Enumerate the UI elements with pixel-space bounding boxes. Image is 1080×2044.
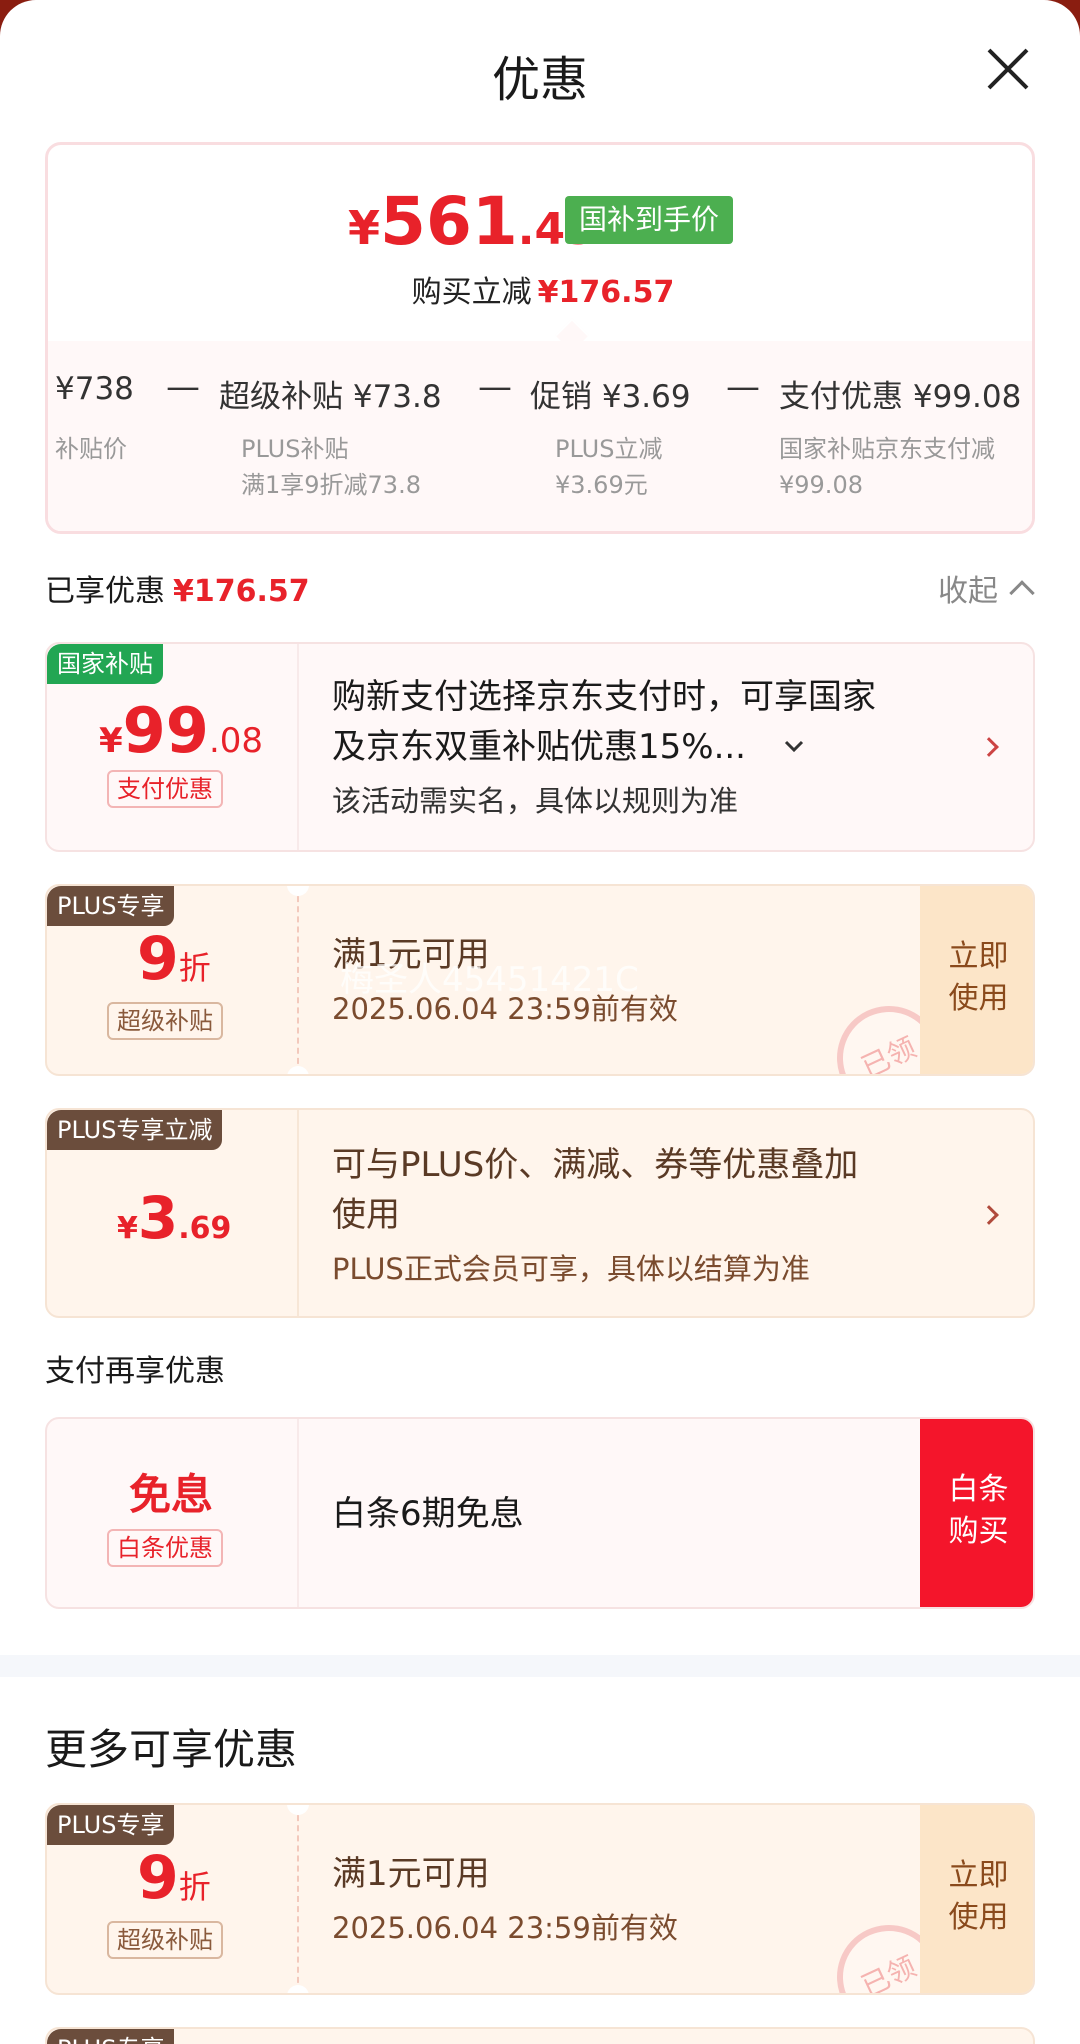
use-now-button[interactable]: 立即 使用: [920, 886, 1033, 1074]
currency: ¥: [348, 201, 381, 255]
divider: [297, 1805, 299, 1993]
offer-note: 该活动需实名，具体以规则为准: [332, 784, 739, 818]
discount-unit: 折: [178, 1868, 211, 1906]
plus-exclusive-tag: PLUS专享: [47, 1805, 175, 1845]
currency: ¥: [117, 1211, 138, 1246]
use-now-label: 立即: [948, 939, 1009, 974]
offers-sheet: 优惠 ¥561.43 国补到手价 购买立减 ¥176.57 ¥738 — 超级补贴…: [0, 0, 1080, 2044]
baitiao-desc: 白条6期免息: [332, 1494, 524, 1534]
use-now-label: 使用: [948, 981, 1009, 1016]
purchase-discount: 购买立减 ¥176.57: [48, 267, 1032, 311]
enjoyed-label: 已享优惠: [45, 574, 165, 609]
ticket-punch: [287, 1985, 309, 1993]
pay-more-section-title: 支付再享优惠: [45, 1354, 225, 1389]
offer-value-integer: 3: [137, 1184, 179, 1252]
interest-free-label: 免息: [129, 1470, 214, 1519]
offer-value: 9折: [137, 924, 211, 994]
more-offers-section-title: 更多可享优惠: [45, 1725, 298, 1774]
purchase-discount-amount: ¥176.57: [537, 275, 675, 310]
offer-type-badge: 超级补贴: [107, 1921, 223, 1959]
offer-card-plus-discount[interactable]: PLUS专享 9折 超级补贴 满1元可用 2025.06.04 23:59前有效…: [45, 1803, 1035, 1995]
final-price: ¥561.43: [348, 183, 596, 260]
close-icon[interactable]: [985, 46, 1031, 92]
breakdown-payment: 支付优惠 ¥99.08: [779, 379, 1022, 415]
collapse-button[interactable]: 收起: [938, 566, 998, 610]
offer-condition: 满1元可用: [332, 1854, 490, 1894]
breakdown-sub: 国家补贴京东支付减: [779, 435, 995, 463]
sheet-title: 优惠: [491, 52, 588, 108]
offer-card-plus-reduction[interactable]: PLUS专享立减 ¥3.69 可与PLUS价、满减、券等优惠叠加 使用 PLUS…: [45, 1108, 1035, 1318]
offer-type-badge: 白条优惠: [107, 1529, 223, 1567]
plus-reduction-tag: PLUS专享立减: [47, 1110, 223, 1150]
offer-type-badge: 超级补贴: [107, 1002, 223, 1040]
section-gap: [0, 1655, 1080, 1677]
divider: [297, 1110, 299, 1316]
discount-number: 9: [137, 924, 179, 994]
divider: [297, 644, 299, 850]
national-subsidy-tag: 国家补贴: [47, 644, 163, 684]
offer-value: ¥99.08: [99, 694, 263, 767]
ticket-punch: [287, 886, 309, 896]
enjoyed-discount-header: 已享优惠 ¥176.57: [45, 566, 310, 610]
currency: ¥: [99, 721, 123, 761]
price-summary-card: ¥561.43 国补到手价 购买立减 ¥176.57 ¥738 — 超级补贴 ¥7…: [45, 142, 1035, 534]
price-integer: 561: [380, 183, 518, 260]
baitiao-buy-label: 白条: [948, 1472, 1009, 1507]
offer-value-decimal: .69: [178, 1211, 232, 1246]
chevron-down-icon[interactable]: [782, 736, 806, 756]
breakdown-promotion: 促销 ¥3.69: [530, 379, 691, 415]
chevron-up-icon[interactable]: [1009, 580, 1035, 606]
minus-sign: —: [478, 367, 512, 407]
breakdown-sub: 补贴价: [55, 435, 127, 463]
minus-sign: —: [726, 367, 760, 407]
baitiao-buy-button[interactable]: 白条 购买: [920, 1419, 1033, 1607]
offer-value: ¥3.69: [117, 1184, 231, 1252]
offer-card-national-subsidy[interactable]: 国家补贴 ¥99.08 支付优惠 购新支付选择京东支付时，可享国家 及京东双重补…: [45, 642, 1035, 852]
breakdown-sub: 满1享9折减73.8: [241, 471, 421, 499]
breakdown-base-price: ¥738: [55, 371, 134, 407]
offer-card-partial[interactable]: PLUS专享: [45, 2027, 1035, 2044]
plus-exclusive-tag: PLUS专享: [47, 2029, 175, 2044]
ticket-punch: [287, 1066, 309, 1074]
offer-desc-line2: 及京东双重补贴优惠15%...: [332, 727, 746, 767]
use-now-label: 使用: [948, 1900, 1009, 1935]
chevron-right-icon[interactable]: [979, 737, 999, 757]
offer-desc-line1: 可与PLUS价、满减、券等优惠叠加: [332, 1145, 859, 1185]
baitiao-buy-label: 购买: [948, 1514, 1009, 1549]
breakdown-sub: PLUS立减: [555, 435, 663, 463]
watermark: 梅圣人45451421C: [340, 960, 639, 1000]
offer-validity: 2025.06.04 23:59前有效: [332, 1911, 678, 1945]
ticket-punch: [287, 1805, 309, 1815]
breakdown-sub: ¥3.69元: [555, 471, 648, 499]
enjoyed-amount: ¥176.57: [173, 574, 310, 609]
purchase-discount-label: 购买立减: [411, 275, 532, 310]
offer-value-decimal: .08: [208, 721, 264, 761]
offer-desc-line2: 使用: [332, 1195, 400, 1235]
offer-value: 9折: [137, 1843, 211, 1913]
offer-desc-line1: 购新支付选择京东支付时，可享国家: [332, 677, 876, 717]
discount-unit: 折: [178, 949, 211, 987]
breakdown-super-subsidy: 超级补贴 ¥73.8: [219, 379, 442, 415]
divider: [297, 886, 299, 1074]
divider: [297, 1419, 299, 1607]
breakdown-sub: ¥99.08: [779, 471, 863, 499]
use-now-label: 立即: [948, 1858, 1009, 1893]
offer-note: PLUS正式会员可享，具体以结算为准: [332, 1252, 810, 1286]
minus-sign: —: [166, 367, 200, 407]
subsidy-price-tag: 国补到手价: [565, 196, 734, 244]
offer-card-baitiao[interactable]: 免息 白条优惠 白条6期免息 白条 购买: [45, 1417, 1035, 1609]
offer-type-badge: 支付优惠: [107, 770, 223, 808]
discount-number: 9: [137, 1843, 179, 1913]
breakdown-sub: PLUS补贴: [241, 435, 349, 463]
use-now-button[interactable]: 立即 使用: [920, 1805, 1033, 1993]
chevron-right-icon[interactable]: [979, 1205, 999, 1225]
plus-exclusive-tag: PLUS专享: [47, 886, 175, 926]
offer-value-integer: 99: [122, 694, 209, 767]
